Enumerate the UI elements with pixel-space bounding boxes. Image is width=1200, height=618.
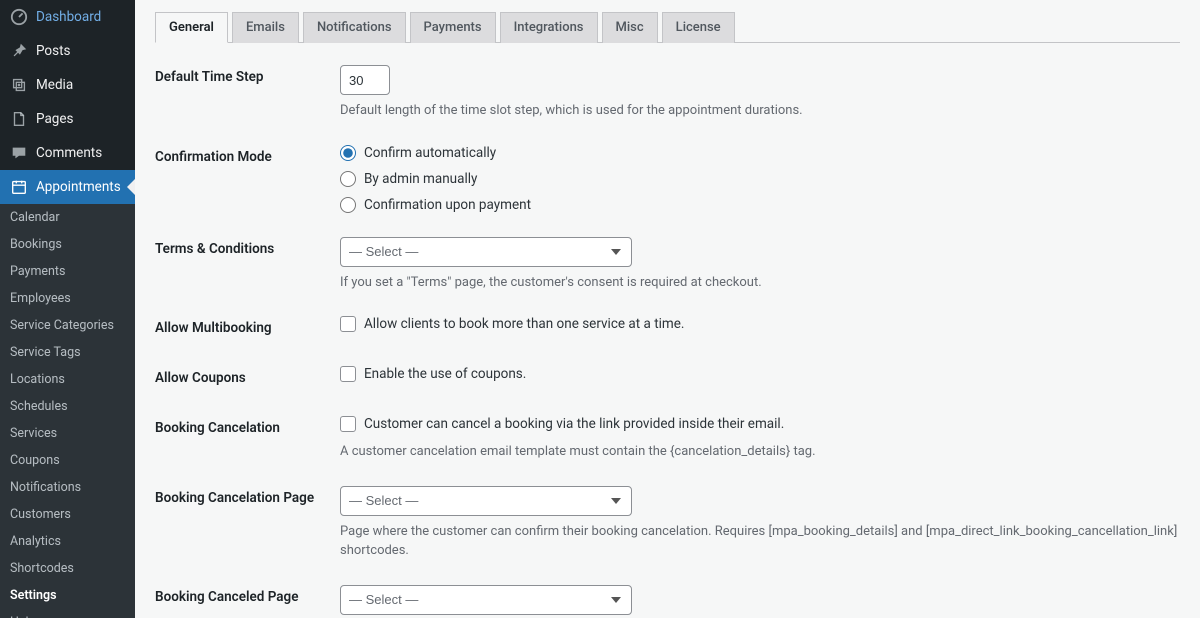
row-cancelation-page: Booking Cancelation Page — Select — Page… xyxy=(155,484,1180,561)
tab-integrations[interactable]: Integrations xyxy=(500,12,598,43)
page-icon xyxy=(10,110,28,128)
submenu-settings[interactable]: Settings xyxy=(0,582,135,609)
radio-confirm-payment-input[interactable] xyxy=(340,197,356,213)
desc-default-time-step: Default length of the time slot step, wh… xyxy=(340,101,1180,121)
submenu-locations[interactable]: Locations xyxy=(0,366,135,393)
menu-media[interactable]: Media xyxy=(0,68,135,102)
row-coupons: Allow Coupons Enable the use of coupons. xyxy=(155,364,1180,392)
submenu-analytics[interactable]: Analytics xyxy=(0,528,135,555)
menu-label: Media xyxy=(36,77,73,93)
cancelation-page-select[interactable]: — Select — xyxy=(340,486,632,516)
submenu-shortcodes[interactable]: Shortcodes xyxy=(0,555,135,582)
calendar-icon xyxy=(10,178,28,196)
default-time-step-input[interactable] xyxy=(340,65,390,95)
menu-posts[interactable]: Posts xyxy=(0,34,135,68)
label-coupons: Allow Coupons xyxy=(155,364,340,386)
cancelation-checkbox[interactable] xyxy=(340,416,356,432)
tab-emails[interactable]: Emails xyxy=(232,12,299,43)
submenu-service-tags[interactable]: Service Tags xyxy=(0,339,135,366)
pin-icon xyxy=(10,42,28,60)
label-cancelation: Booking Cancelation xyxy=(155,414,340,436)
row-canceled-page: Booking Canceled Page — Select — Page to… xyxy=(155,583,1180,618)
radio-confirm-manual-input[interactable] xyxy=(340,171,356,187)
menu-label: Posts xyxy=(36,43,70,59)
admin-sidebar: Dashboard Posts Media Pages Comments App… xyxy=(0,0,135,618)
menu-appointments[interactable]: Appointments xyxy=(0,170,135,204)
submenu-payments[interactable]: Payments xyxy=(0,258,135,285)
submenu-help[interactable]: Help xyxy=(0,609,135,618)
menu-pages[interactable]: Pages xyxy=(0,102,135,136)
menu-comments[interactable]: Comments xyxy=(0,136,135,170)
label-cancelation-page: Booking Cancelation Page xyxy=(155,484,340,506)
radio-confirm-auto: Confirm automatically xyxy=(340,145,1180,161)
row-confirmation-mode: Confirmation Mode Confirm automatically … xyxy=(155,143,1180,213)
row-terms: Terms & Conditions — Select — If you set… xyxy=(155,235,1180,293)
label-confirmation-mode: Confirmation Mode xyxy=(155,143,340,165)
submenu-bookings[interactable]: Bookings xyxy=(0,231,135,258)
submenu-notifications[interactable]: Notifications xyxy=(0,474,135,501)
submenu-service-categories[interactable]: Service Categories xyxy=(0,312,135,339)
tab-misc[interactable]: Misc xyxy=(602,12,658,43)
row-default-time-step: Default Time Step Default length of the … xyxy=(155,63,1180,121)
terms-select[interactable]: — Select — xyxy=(340,237,632,267)
submenu-services[interactable]: Services xyxy=(0,420,135,447)
menu-label: Pages xyxy=(36,111,74,127)
menu-dashboard[interactable]: Dashboard xyxy=(0,0,135,34)
menu-label: Comments xyxy=(36,145,102,161)
submenu-calendar[interactable]: Calendar xyxy=(0,204,135,231)
desc-terms: If you set a "Terms" page, the customer'… xyxy=(340,273,1180,293)
menu-label: Dashboard xyxy=(36,9,101,25)
comment-icon xyxy=(10,144,28,162)
submenu-appointments: Calendar Bookings Payments Employees Ser… xyxy=(0,204,135,618)
desc-cancelation-page: Page where the customer can confirm thei… xyxy=(340,522,1180,561)
submenu-coupons[interactable]: Coupons xyxy=(0,447,135,474)
tab-license[interactable]: License xyxy=(662,12,735,43)
radio-confirm-manual: By admin manually xyxy=(340,171,1180,187)
dashboard-icon xyxy=(10,8,28,26)
submenu-schedules[interactable]: Schedules xyxy=(0,393,135,420)
settings-form: Default Time Step Default length of the … xyxy=(155,63,1180,618)
radio-confirm-payment: Confirmation upon payment xyxy=(340,197,1180,213)
label-canceled-page: Booking Canceled Page xyxy=(155,583,340,605)
submenu-employees[interactable]: Employees xyxy=(0,285,135,312)
tab-notifications[interactable]: Notifications xyxy=(303,12,406,43)
label-default-time-step: Default Time Step xyxy=(155,63,340,85)
coupons-checkbox[interactable] xyxy=(340,366,356,382)
settings-tabs: General Emails Notifications Payments In… xyxy=(155,0,1180,43)
tab-payments[interactable]: Payments xyxy=(410,12,496,43)
multibooking-checkbox[interactable] xyxy=(340,316,356,332)
submenu-customers[interactable]: Customers xyxy=(0,501,135,528)
tab-general[interactable]: General xyxy=(155,12,228,43)
label-terms: Terms & Conditions xyxy=(155,235,340,257)
media-icon xyxy=(10,76,28,94)
menu-label: Appointments xyxy=(36,179,121,195)
canceled-page-select[interactable]: — Select — xyxy=(340,585,632,615)
radio-confirm-auto-input[interactable] xyxy=(340,145,356,161)
desc-cancelation: A customer cancelation email template mu… xyxy=(340,442,1180,462)
row-cancelation: Booking Cancelation Customer can cancel … xyxy=(155,414,1180,462)
row-multibooking: Allow Multibooking Allow clients to book… xyxy=(155,314,1180,342)
main-content: General Emails Notifications Payments In… xyxy=(135,0,1200,618)
label-multibooking: Allow Multibooking xyxy=(155,314,340,336)
